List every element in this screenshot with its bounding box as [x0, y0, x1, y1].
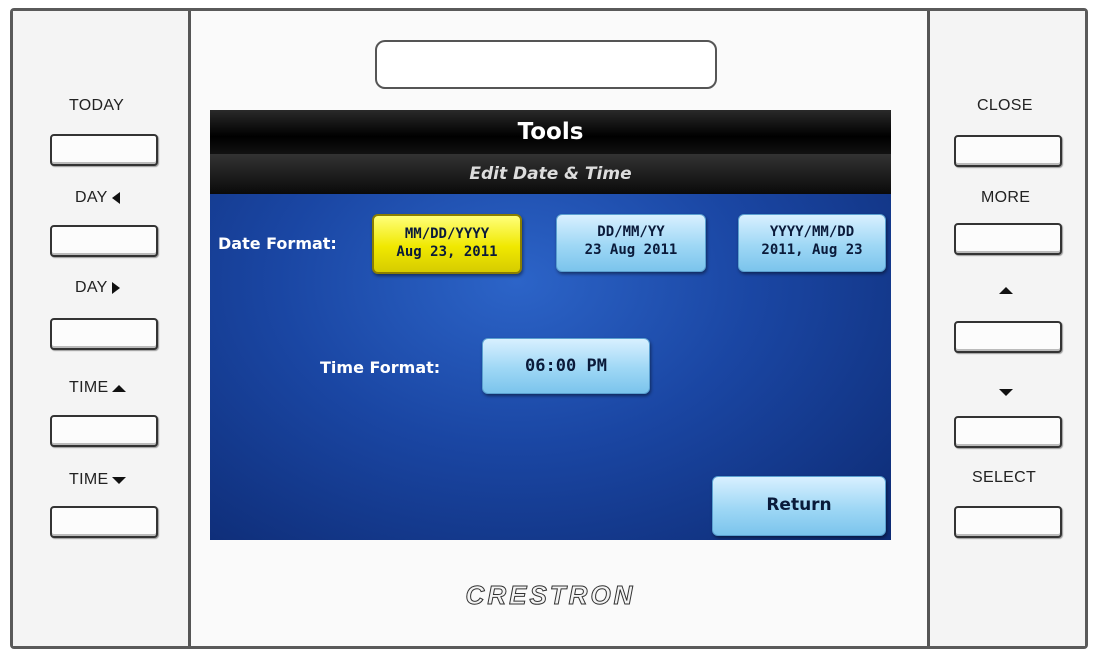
- up-arrow-icon: [112, 384, 127, 392]
- day-forward-button[interactable]: [50, 318, 158, 350]
- time-down-button[interactable]: [50, 506, 158, 538]
- format-pattern: DD/MM/YY: [597, 224, 665, 240]
- day-back-button[interactable]: [50, 225, 158, 257]
- touch-screen: Tools Edit Date & Time Date Format: MM/D…: [210, 110, 891, 540]
- day-forward-label: DAY: [75, 279, 120, 297]
- up-arrow-icon: [999, 287, 1013, 294]
- format-example: 2011, Aug 23: [761, 242, 863, 258]
- left-arrow-icon: [111, 192, 120, 204]
- down-arrow-icon: [999, 389, 1013, 396]
- format-example: 23 Aug 2011: [584, 242, 678, 258]
- format-example: Aug 23, 2011: [396, 244, 498, 260]
- left-button-panel: TODAY DAY DAY TIME TIME: [13, 11, 191, 646]
- close-button[interactable]: [954, 135, 1062, 167]
- more-button[interactable]: [954, 223, 1062, 255]
- today-button[interactable]: [50, 134, 158, 166]
- brand-logo: CRESTRON: [465, 580, 636, 611]
- page-subtitle: Edit Date & Time: [210, 154, 891, 194]
- format-pattern: MM/DD/YYYY: [404, 226, 490, 242]
- time-up-button[interactable]: [50, 415, 158, 447]
- time-format-label: Time Format:: [320, 358, 441, 377]
- time-down-label: TIME: [69, 471, 127, 489]
- scroll-down-label: [999, 389, 1013, 396]
- sensor-window: [375, 40, 717, 89]
- down-arrow-icon: [112, 476, 127, 484]
- return-button[interactable]: Return: [712, 476, 886, 536]
- time-format-button[interactable]: 06:00 PM: [482, 338, 650, 394]
- time-up-label: TIME: [69, 379, 127, 397]
- format-pattern: YYYY/MM/DD: [769, 224, 855, 240]
- date-format-ymd-button[interactable]: YYYY/MM/DD 2011, Aug 23: [738, 214, 886, 272]
- scroll-up-button[interactable]: [954, 321, 1062, 353]
- day-back-label: DAY: [75, 189, 120, 207]
- close-label: CLOSE: [977, 97, 1033, 114]
- date-format-mdy-button[interactable]: MM/DD/YYYY Aug 23, 2011: [372, 214, 522, 274]
- right-button-panel: CLOSE MORE SELECT: [927, 11, 1085, 646]
- page-title: Tools: [210, 110, 891, 154]
- right-arrow-icon: [111, 282, 120, 294]
- more-label: MORE: [981, 189, 1031, 206]
- date-format-dmy-button[interactable]: DD/MM/YY 23 Aug 2011: [556, 214, 706, 272]
- scroll-down-button[interactable]: [954, 416, 1062, 448]
- select-button[interactable]: [954, 506, 1062, 538]
- date-format-label: Date Format:: [218, 234, 337, 253]
- today-label: TODAY: [69, 97, 125, 114]
- select-label: SELECT: [972, 469, 1037, 486]
- scroll-up-label: [999, 287, 1013, 294]
